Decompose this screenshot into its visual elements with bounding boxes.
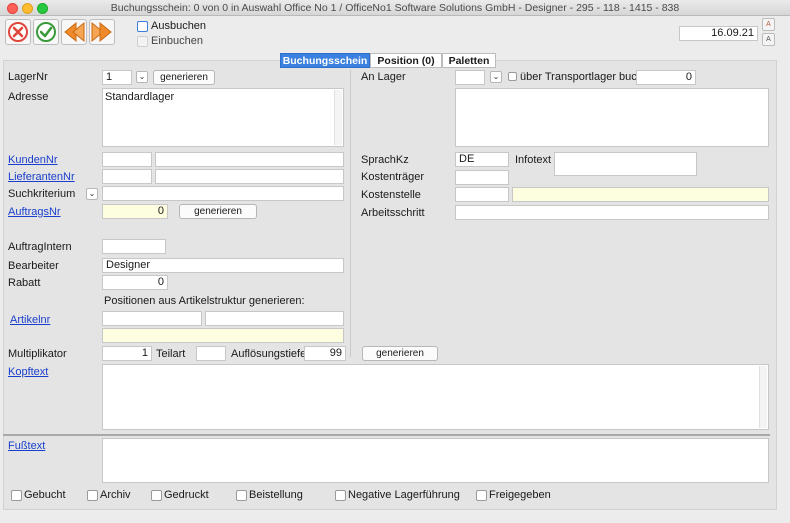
cancel-button[interactable] <box>5 19 31 45</box>
adresse-label: Adresse <box>8 91 49 103</box>
suchkriterium-label: Suchkriterium <box>8 188 76 200</box>
column-divider <box>350 70 351 357</box>
negative-lagerfuehrung-checkbox[interactable] <box>335 490 346 501</box>
toolbar <box>0 16 790 50</box>
gebucht-checkbox[interactable] <box>11 490 22 501</box>
confirm-button[interactable] <box>33 19 59 45</box>
lagernr-field[interactable]: 1 <box>102 70 132 85</box>
einbuchen-radio[interactable] <box>137 36 148 47</box>
arrow-right-icon <box>91 21 112 43</box>
anlager-dropdown[interactable]: ⌄ <box>490 71 502 83</box>
auftragintern-field[interactable] <box>102 239 166 254</box>
adresse-value: Standardlager <box>105 91 175 103</box>
arbeitsschritt-field[interactable] <box>455 205 769 220</box>
infotext-field[interactable] <box>554 152 697 176</box>
font-increase-icon[interactable]: A <box>762 18 775 31</box>
bearbeiter-label: Bearbeiter <box>8 260 59 272</box>
sprachkz-label: SprachKz <box>361 154 409 166</box>
checkmark-icon <box>36 22 56 42</box>
auftragsnr-link[interactable]: AuftragsNr <box>8 206 61 218</box>
artikelnr-name-field[interactable] <box>205 311 344 326</box>
gedruckt-label: Gedruckt <box>164 489 209 501</box>
suchkriterium-field[interactable] <box>102 186 344 201</box>
kostenstelle-field[interactable] <box>455 187 509 202</box>
artikelnr-field[interactable] <box>102 311 202 326</box>
einbuchen-label: Einbuchen <box>151 35 203 47</box>
anlager-adresse-textarea[interactable] <box>455 88 769 147</box>
lieferantennr-link[interactable]: LieferantenNr <box>8 171 75 183</box>
kopftext-link[interactable]: Kopftext <box>8 366 48 378</box>
gedruckt-checkbox[interactable] <box>151 490 162 501</box>
beistellung-checkbox[interactable] <box>236 490 247 501</box>
beistellung-label: Beistellung <box>249 489 303 501</box>
gebucht-label: Gebucht <box>24 489 66 501</box>
lieferantennr-name-field[interactable] <box>155 169 344 184</box>
bearbeiter-field[interactable]: Designer <box>102 258 344 273</box>
archiv-checkbox[interactable] <box>87 490 98 501</box>
kostentraeger-label: Kostenträger <box>361 171 424 183</box>
font-decrease-icon[interactable]: A <box>762 33 775 46</box>
freigegeben-label: Freigegeben <box>489 489 551 501</box>
positionen-generieren-button[interactable]: generieren <box>362 346 438 361</box>
kundennr-link[interactable]: KundenNr <box>8 154 58 166</box>
ausbuchen-label: Ausbuchen <box>151 20 207 32</box>
section-divider <box>3 434 770 436</box>
artikelnr-link[interactable]: Artikelnr <box>10 314 50 326</box>
kostentraeger-field[interactable] <box>455 170 509 185</box>
auftragsnr-field[interactable]: 0 <box>102 204 168 219</box>
aufloesungstiefe-label: Auflösungstiefe <box>231 348 307 360</box>
arbeitsschritt-label: Arbeitsschritt <box>361 207 425 219</box>
kostenstelle-description-field <box>512 187 769 202</box>
date-field[interactable]: 16.09.21 <box>679 26 758 41</box>
lieferantennr-field[interactable] <box>102 169 152 184</box>
adresse-textarea[interactable]: Standardlager <box>102 88 344 147</box>
freigegeben-checkbox[interactable] <box>476 490 487 501</box>
tab-buchungsschein[interactable]: Buchungsschein <box>280 53 370 68</box>
next-record-button[interactable] <box>89 19 115 45</box>
multiplikator-label: Multiplikator <box>8 348 67 360</box>
teilart-field[interactable] <box>196 346 226 361</box>
multiplikator-field[interactable]: 1 <box>102 346 152 361</box>
transportlager-label: über Transportlager buchen <box>520 71 656 83</box>
tab-paletten[interactable]: Paletten <box>442 53 496 68</box>
anlager-label: An Lager <box>361 71 406 83</box>
cancel-icon <box>8 22 28 42</box>
infotext-label: Infotext <box>515 154 552 166</box>
suchkriterium-dropdown[interactable]: ⌄ <box>86 188 98 200</box>
fusstext-textarea[interactable] <box>102 438 769 483</box>
kopftext-scrollbar[interactable] <box>759 366 767 428</box>
kundennr-field[interactable] <box>102 152 152 167</box>
rabatt-label: Rabatt <box>8 277 41 289</box>
fusstext-link[interactable]: Fußtext <box>8 440 45 452</box>
auftragsnr-generieren-button[interactable]: generieren <box>179 204 257 219</box>
archiv-label: Archiv <box>100 489 131 501</box>
negative-lagerfuehrung-label: Negative Lagerführung <box>348 489 460 501</box>
kostenstelle-label: Kostenstelle <box>361 189 421 201</box>
window-title: Buchungsschein: 0 von 0 in Auswahl Offic… <box>110 2 680 14</box>
kopftext-textarea[interactable] <box>102 364 769 430</box>
tab-position[interactable]: Position (0) <box>370 53 442 68</box>
auftragintern-label: AuftragIntern <box>8 241 72 253</box>
adresse-scrollbar[interactable] <box>334 90 342 145</box>
sprachkz-field[interactable]: DE <box>455 152 509 167</box>
anlager-field[interactable] <box>455 70 485 85</box>
previous-record-button[interactable] <box>61 19 87 45</box>
title-bar: Buchungsschein: 0 von 0 in Auswahl Offic… <box>0 0 790 16</box>
lagernr-generieren-button[interactable]: generieren <box>153 70 215 85</box>
teilart-label: Teilart <box>156 348 186 360</box>
kundennr-name-field[interactable] <box>155 152 344 167</box>
positionen-label: Positionen aus Artikelstruktur generiere… <box>104 295 305 307</box>
transportlager-field[interactable]: 0 <box>636 70 696 85</box>
aufloesungstiefe-field[interactable]: 99 <box>304 346 346 361</box>
lagernr-dropdown[interactable]: ⌄ <box>136 71 148 83</box>
ausbuchen-radio[interactable] <box>137 21 148 32</box>
transportlager-checkbox[interactable] <box>508 72 517 81</box>
artikelnr-description-field <box>102 328 344 343</box>
arrow-left-icon <box>64 21 85 43</box>
lagernr-label: LagerNr <box>8 71 48 83</box>
rabatt-field[interactable]: 0 <box>102 275 168 290</box>
